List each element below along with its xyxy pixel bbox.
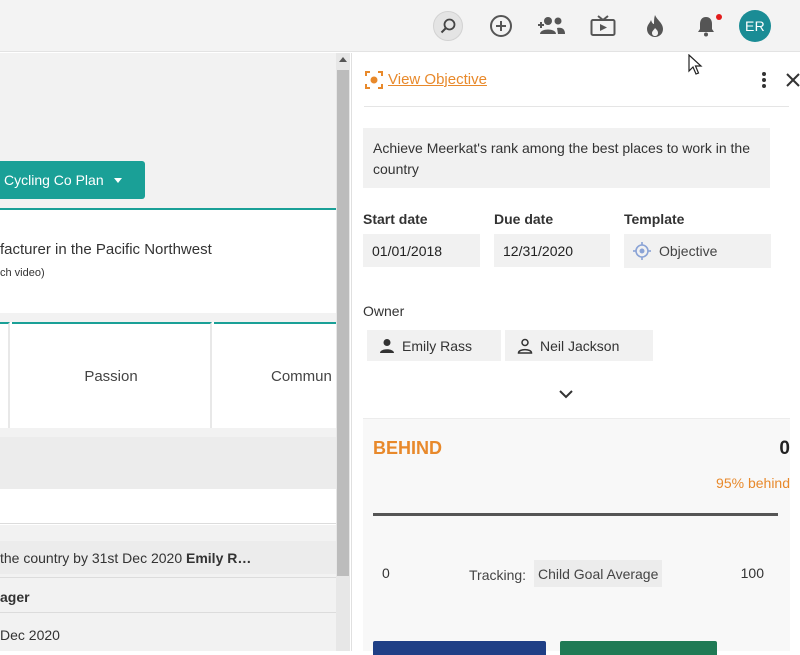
objective-description[interactable]: Achieve Meerkat's rank among the best pl… (363, 128, 770, 188)
owner-name: Emily Rass (402, 337, 473, 354)
more-vert-icon[interactable] (759, 70, 769, 90)
panel-title-link[interactable]: View Objective (388, 71, 487, 88)
progress-max: 100 (740, 565, 764, 581)
tv-icon[interactable] (588, 11, 618, 41)
row-label: ager (0, 589, 30, 605)
caret-down-icon (113, 177, 122, 183)
notification-dot (716, 14, 722, 20)
avatar[interactable]: ER (739, 10, 771, 42)
mission-text: facturer in the Pacific Northwest (0, 241, 212, 258)
template-label: Template (624, 211, 685, 227)
focus-icon (364, 70, 384, 90)
value-cell-passion[interactable]: Passion (12, 322, 212, 428)
row-label: Dec 2020 (0, 627, 60, 643)
start-date-field[interactable]: 01/01/2018 (363, 234, 480, 267)
owner-label: Owner (363, 303, 405, 319)
objective-detail-panel: View Objective Achieve Meerkat's rank am… (351, 53, 800, 655)
mission-card: facturer in the Pacific Northwest ch vid… (0, 208, 336, 313)
panel-header: View Objective (364, 53, 800, 107)
person-outline-icon (517, 338, 533, 354)
search-icon[interactable] (433, 11, 463, 41)
close-icon[interactable] (784, 70, 800, 90)
status-detail: 95% behind (716, 475, 790, 491)
add-circle-icon[interactable] (486, 11, 516, 41)
plan-select-label: Cycling Co Plan (4, 172, 104, 188)
divider (0, 612, 336, 613)
progress-bar (373, 513, 778, 516)
progress-section: BEHIND 0 95% behind 0 Tracking: Child Go… (363, 418, 790, 655)
section-band (0, 437, 336, 489)
top-bar: ER (0, 0, 800, 52)
due-date-label: Due date (494, 211, 554, 227)
objective-row[interactable]: the country by 31st Dec 2020 Emily R… (0, 541, 336, 574)
chevron-down-icon[interactable] (558, 387, 574, 401)
action-button[interactable] (373, 641, 546, 655)
tracking-label: Tracking: (469, 567, 527, 583)
values-row: Passion Commun (0, 322, 336, 428)
value-cell (0, 322, 10, 428)
owner-chip[interactable]: Neil Jackson (505, 330, 653, 361)
section-band (0, 489, 336, 525)
action-button[interactable] (560, 641, 717, 655)
target-icon (633, 242, 651, 260)
background-plan-view: Cycling Co Plan facturer in the Pacific … (0, 53, 336, 651)
status-label: BEHIND (373, 438, 443, 458)
divider (0, 577, 336, 578)
value-cell-community[interactable]: Commun (214, 322, 336, 428)
fire-icon[interactable] (640, 11, 670, 41)
due-date-field[interactable]: 12/31/2020 (494, 234, 610, 267)
mission-subtext: ch video) (0, 267, 45, 279)
scroll-up-arrow[interactable] (339, 57, 347, 62)
progress-min: 0 (382, 565, 390, 581)
status-value: 0 (779, 438, 790, 459)
mouse-cursor-icon (688, 53, 704, 81)
start-date-label: Start date (363, 211, 428, 227)
scrollbar-thumb[interactable] (337, 70, 349, 576)
template-field[interactable]: Objective (624, 234, 771, 268)
person-icon (380, 338, 394, 353)
template-value: Objective (659, 243, 718, 259)
divider (0, 523, 336, 524)
objective-row-owner: Emily R… (186, 550, 252, 566)
plan-select-button[interactable]: Cycling Co Plan (0, 161, 145, 199)
tracking-value[interactable]: Child Goal Average (534, 560, 663, 587)
owner-chip[interactable]: Emily Rass (367, 330, 501, 361)
objective-row-text: the country by 31st Dec 2020 (0, 550, 186, 566)
people-icon[interactable] (537, 11, 567, 41)
owner-name: Neil Jackson (540, 337, 620, 354)
